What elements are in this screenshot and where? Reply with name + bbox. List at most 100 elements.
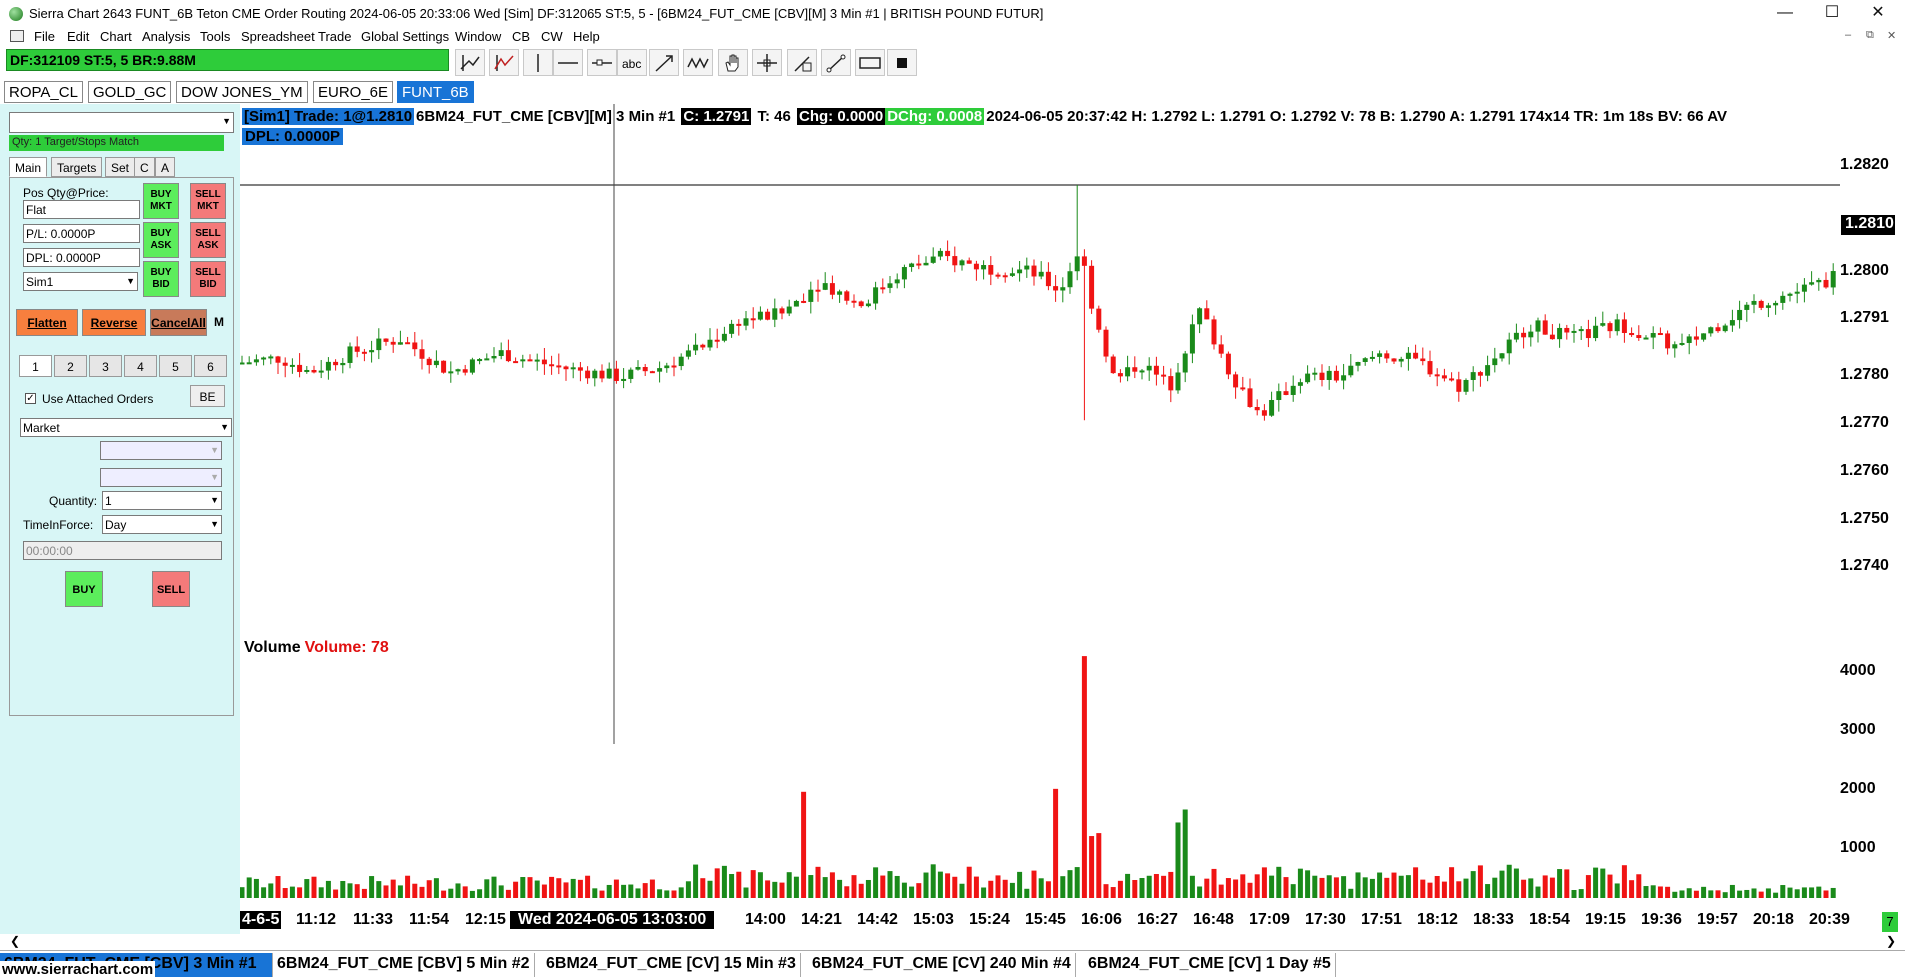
buy-bid-line1: BUY	[150, 267, 172, 278]
volume-bar	[1441, 881, 1447, 898]
m-button[interactable]: M	[214, 315, 224, 329]
time-axis-label: 19:57	[1697, 911, 1738, 928]
candle-body	[412, 342, 418, 350]
scroll-left-icon[interactable]: ❮	[10, 934, 20, 948]
buy-market-button[interactable]: BUY MKT	[143, 183, 179, 219]
price-chart-canvas[interactable]	[240, 104, 1905, 934]
candle-body	[1009, 273, 1015, 276]
candle-body	[1830, 271, 1836, 288]
chartbook-tab-dow-jones-ym[interactable]: DOW JONES_YM	[176, 81, 308, 103]
tab-targets[interactable]: Targets	[51, 157, 103, 177]
tab-a[interactable]: A	[155, 157, 176, 177]
draw-lines-icon[interactable]	[455, 49, 485, 76]
menu-help[interactable]: Help	[573, 29, 600, 44]
mdi-minimize-button[interactable]: –	[1845, 29, 1851, 41]
menu-trade[interactable]: Trade	[318, 29, 351, 44]
candle-body	[1377, 353, 1383, 357]
account-select[interactable]: Sim1 ▼	[23, 272, 138, 291]
volume-bar	[412, 883, 418, 898]
volume-bar	[1204, 878, 1210, 898]
rectangle-icon[interactable]	[855, 49, 885, 76]
chart-tab-1day[interactable]: 6BM24_FUT_CME [CV] 1 Day #5	[1084, 953, 1336, 977]
volume-bar	[916, 883, 922, 898]
trade-account-combo[interactable]: ▼	[9, 112, 234, 133]
sell-bid-button[interactable]: SELL BID	[190, 261, 226, 297]
horizontal-line-icon[interactable]	[553, 49, 583, 76]
chart-tab-15min[interactable]: 6BM24_FUT_CME [CV] 15 Min #3	[542, 953, 801, 977]
menu-file[interactable]: File	[34, 29, 55, 44]
volume-bar	[1139, 878, 1145, 898]
crosshair-icon[interactable]	[752, 49, 782, 76]
chartbook-tab-ropa-cl[interactable]: ROPA_CL	[4, 81, 83, 103]
menu-global-settings[interactable]: Global Settings	[361, 29, 449, 44]
mdi-close-button[interactable]: ✕	[1887, 29, 1896, 42]
arrow-tool-icon[interactable]	[649, 49, 679, 76]
buy-ask-button[interactable]: BUY ASK	[143, 222, 179, 258]
qty-preset-3[interactable]: 3	[89, 355, 122, 377]
tab-main[interactable]: Main	[9, 157, 48, 177]
qty-preset-1[interactable]: 1	[19, 355, 52, 377]
wave-icon[interactable]	[683, 49, 713, 76]
document-icon[interactable]	[10, 30, 24, 42]
tab-c[interactable]: C	[134, 157, 155, 177]
qty-preset-4[interactable]: 4	[124, 355, 157, 377]
qty-preset-5[interactable]: 5	[159, 355, 192, 377]
volume-bar	[973, 876, 979, 898]
sell-market-button[interactable]: SELL MKT	[190, 183, 226, 219]
qty-preset-6[interactable]: 6	[194, 355, 227, 377]
chart-tab-240min[interactable]: 6BM24_FUT_CME [CV] 240 Min #4	[808, 953, 1076, 977]
candle-body	[570, 367, 576, 370]
chartbook-tab-gold-gc[interactable]: GOLD_GC	[88, 81, 172, 103]
minimize-button[interactable]: —	[1765, 2, 1805, 24]
chart-area[interactable]: [Sim1] Trade: 1@1.2810 6BM24_FUT_CME [CBV…	[240, 104, 1905, 934]
time-in-force-select[interactable]: Day ▼	[102, 515, 222, 534]
quantity-input[interactable]: 1 ▼	[102, 491, 222, 510]
volume-axis-label: 4000	[1840, 662, 1876, 679]
menu-analysis[interactable]: Analysis	[142, 29, 190, 44]
vertical-line-icon[interactable]	[523, 49, 553, 76]
sell-ask-button[interactable]: SELL ASK	[190, 222, 226, 258]
menu-chart[interactable]: Chart	[100, 29, 132, 44]
measure-icon[interactable]	[787, 49, 817, 76]
chartbook-tab-funt-6b[interactable]: FUNT_6B	[397, 81, 474, 103]
candle-body	[685, 350, 691, 357]
flatten-button[interactable]: Flatten	[16, 309, 78, 336]
stop-icon[interactable]	[887, 49, 917, 76]
draw-tools-icon[interactable]	[489, 49, 519, 76]
reverse-button[interactable]: Reverse	[82, 309, 146, 336]
ray-icon[interactable]	[587, 49, 617, 76]
menu-spreadsheet[interactable]: Spreadsheet	[241, 29, 315, 44]
horizontal-scrollbar[interactable]: ❮ ❯	[0, 934, 1905, 950]
chartbook-tab-euro-6e[interactable]: EURO_6E	[313, 81, 394, 103]
use-attached-orders-checkbox[interactable]: ✓	[25, 393, 36, 404]
hand-icon[interactable]	[718, 49, 748, 76]
maximize-button[interactable]: ☐	[1812, 2, 1852, 24]
menu-window[interactable]: Window	[455, 29, 501, 44]
order-type-select[interactable]: Market ▼	[20, 418, 232, 437]
change-value: Chg: 0.0000	[797, 108, 886, 125]
menu-cb[interactable]: CB	[512, 29, 530, 44]
qty-preset-2[interactable]: 2	[54, 355, 87, 377]
menu-cw[interactable]: CW	[541, 29, 563, 44]
volume-bar	[1269, 875, 1275, 898]
candle-body	[1189, 324, 1195, 354]
mdi-restore-button[interactable]: ⧉	[1866, 29, 1874, 42]
sell-button[interactable]: SELL	[152, 571, 190, 607]
cancel-all-button[interactable]: CancelAll	[150, 309, 207, 336]
chart-tab-5min[interactable]: 6BM24_FUT_CME [CBV] 5 Min #2	[273, 953, 535, 977]
candle-body	[376, 338, 382, 351]
scroll-right-icon[interactable]: ❯	[1886, 934, 1896, 948]
text-tool-icon[interactable]: abc	[617, 49, 647, 76]
buy-button[interactable]: BUY	[65, 571, 103, 607]
menu-tools[interactable]: Tools	[200, 29, 230, 44]
tab-set[interactable]: Set	[105, 157, 136, 177]
candle-body	[1463, 379, 1469, 392]
candle-body	[325, 361, 331, 371]
candle-body	[1290, 385, 1296, 395]
menu-edit[interactable]: Edit	[67, 29, 89, 44]
breakeven-button[interactable]: BE	[190, 385, 225, 407]
close-button[interactable]: ✕	[1858, 2, 1898, 24]
buy-bid-button[interactable]: BUY BID	[143, 261, 179, 297]
fib-icon[interactable]	[821, 49, 851, 76]
volume-bar	[1261, 867, 1267, 898]
